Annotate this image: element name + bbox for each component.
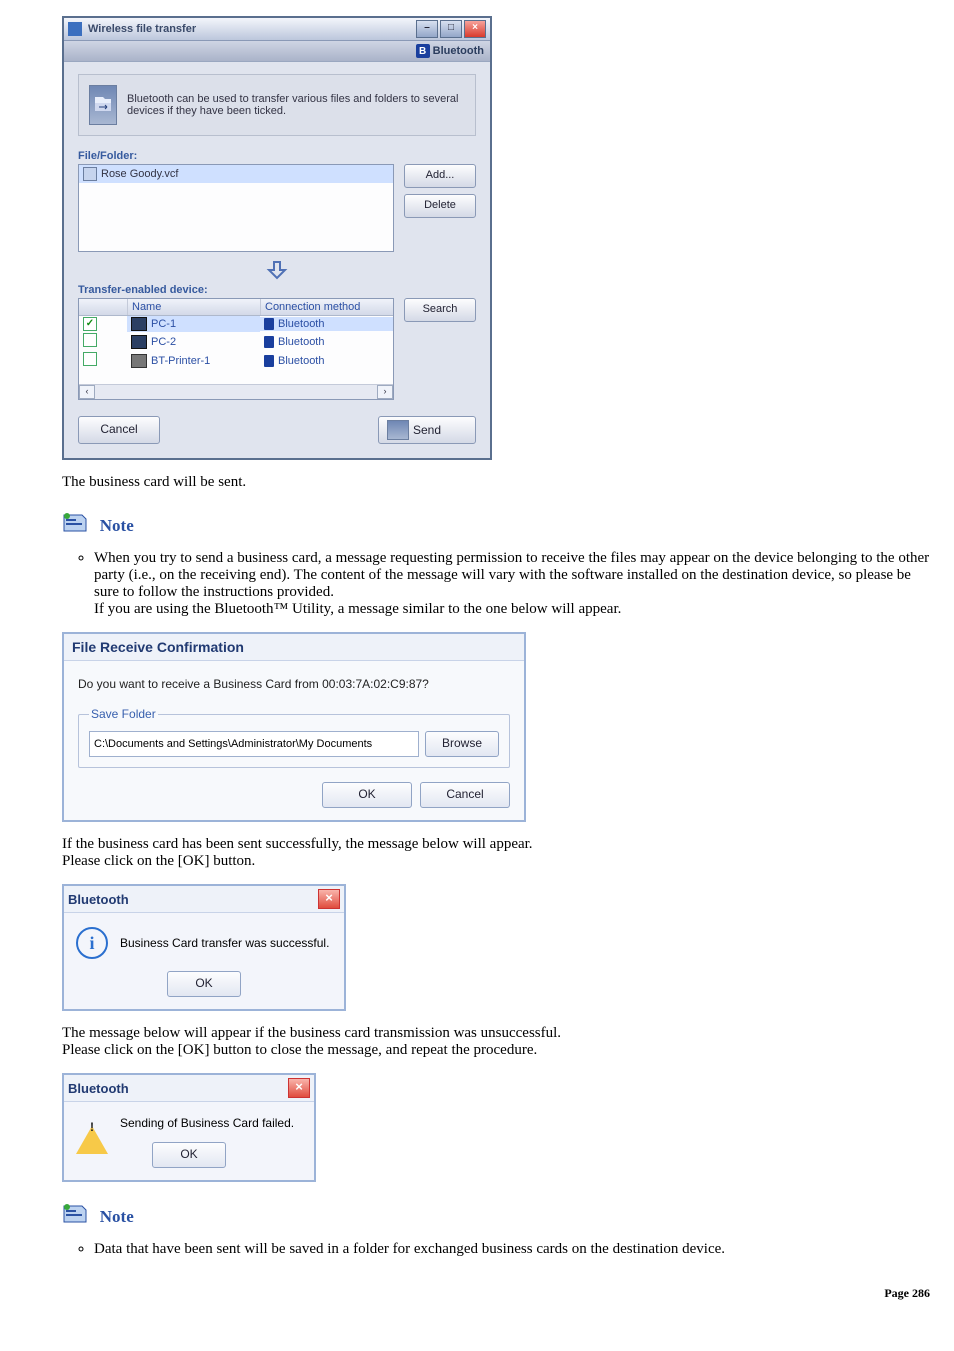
add-button[interactable]: Add...	[404, 164, 476, 188]
file-name: Rose Goody.vcf	[101, 168, 178, 180]
note-text: Data that have been sent will be saved i…	[94, 1241, 725, 1257]
save-folder-legend: Save Folder	[89, 707, 158, 721]
info-text: Bluetooth can be used to transfer variou…	[127, 93, 465, 117]
page-number: Page 286	[884, 1286, 930, 1300]
minimize-button[interactable]: –	[416, 20, 438, 38]
save-folder-group: Save Folder Browse	[78, 707, 510, 768]
device-table: Name Connection method PC-1 Bluetooth PC…	[78, 298, 394, 400]
window-title: Wireless file transfer	[88, 23, 414, 35]
col-name[interactable]: Name	[128, 299, 261, 315]
scroll-left-icon[interactable]: ‹	[79, 385, 95, 399]
search-button[interactable]: Search	[404, 298, 476, 322]
device-list-label: Transfer-enabled device:	[78, 284, 476, 296]
file-row[interactable]: Rose Goody.vcf	[79, 165, 393, 183]
pc-icon	[131, 335, 147, 349]
device-checkbox[interactable]	[83, 352, 97, 366]
success-message-box: Bluetooth × i Business Card transfer was…	[62, 884, 346, 1011]
close-button[interactable]: ×	[318, 889, 340, 909]
device-conn: Bluetooth	[278, 355, 324, 367]
warning-icon	[76, 1112, 108, 1126]
bluetooth-icon	[264, 355, 274, 367]
mbox-titlebar[interactable]: Bluetooth ×	[64, 1075, 314, 1102]
bluetooth-icon: B	[416, 44, 430, 58]
device-row[interactable]: PC-2 Bluetooth	[79, 332, 393, 351]
body-text: If the business card has been sent succe…	[62, 836, 930, 853]
mbox-message: Sending of Business Card failed.	[120, 1116, 294, 1130]
device-checkbox[interactable]	[83, 333, 97, 347]
cancel-button[interactable]: Cancel	[420, 782, 510, 808]
send-label: Send	[413, 418, 441, 442]
mbox-titlebar[interactable]: Bluetooth ×	[64, 886, 344, 913]
pc-icon	[131, 317, 147, 331]
device-table-header[interactable]: Name Connection method	[79, 299, 393, 316]
device-conn: Bluetooth	[278, 336, 324, 348]
device-name: PC-1	[151, 318, 176, 330]
browse-button[interactable]: Browse	[425, 731, 499, 757]
body-text: Please click on the [OK] button.	[62, 853, 930, 870]
note-heading: Note	[100, 1207, 134, 1227]
scroll-right-icon[interactable]: ›	[377, 385, 393, 399]
list-item: Data that have been sent will be saved i…	[94, 1241, 930, 1258]
ok-button[interactable]: OK	[152, 1142, 226, 1168]
send-button[interactable]: Send	[378, 416, 476, 444]
mbox-title: Bluetooth	[68, 892, 318, 907]
delete-button[interactable]: Delete	[404, 194, 476, 218]
info-box: Bluetooth can be used to transfer variou…	[78, 74, 476, 136]
cancel-button[interactable]: Cancel	[78, 416, 160, 444]
note-list: When you try to send a business card, a …	[94, 550, 930, 618]
close-button[interactable]: ×	[464, 20, 486, 38]
brand-row: B Bluetooth	[64, 41, 490, 62]
note-list: Data that have been sent will be saved i…	[94, 1241, 930, 1258]
body-text: The message below will appear if the bus…	[62, 1025, 930, 1042]
note-icon	[62, 1202, 88, 1231]
note-heading: Note	[100, 516, 134, 536]
brand-label: Bluetooth	[433, 45, 484, 57]
ok-button[interactable]: OK	[322, 782, 412, 808]
titlebar[interactable]: Wireless file transfer – □ ×	[64, 18, 490, 41]
device-name: BT-Printer-1	[151, 355, 210, 367]
confirmation-question: Do you want to receive a Business Card f…	[78, 677, 510, 691]
dialog-title: File Receive Confirmation	[64, 634, 524, 661]
bluetooth-icon	[264, 318, 274, 330]
transfer-icon	[89, 85, 117, 125]
mbox-message: Business Card transfer was successful.	[120, 936, 329, 950]
note-text: When you try to send a business card, a …	[94, 550, 929, 600]
list-item: When you try to send a business card, a …	[94, 550, 930, 618]
failure-message-box: Bluetooth × Sending of Business Card fai…	[62, 1073, 316, 1182]
body-text: Please click on the [OK] button to close…	[62, 1042, 930, 1059]
printer-icon	[131, 354, 147, 368]
note-text: If you are using the Bluetooth™ Utility,…	[94, 601, 621, 617]
wireless-transfer-window: Wireless file transfer – □ × B Bluetooth…	[62, 16, 492, 460]
file-list[interactable]: Rose Goody.vcf	[78, 164, 394, 252]
vcard-icon	[83, 167, 97, 181]
device-checkbox[interactable]	[83, 317, 97, 331]
device-name: PC-2	[151, 336, 176, 348]
ok-button[interactable]: OK	[167, 971, 241, 997]
device-row[interactable]: PC-1 Bluetooth	[79, 316, 393, 332]
device-conn: Bluetooth	[278, 318, 324, 330]
close-button[interactable]: ×	[288, 1078, 310, 1098]
bluetooth-icon	[264, 336, 274, 348]
info-icon: i	[76, 927, 108, 959]
body-text: The business card will be sent.	[62, 474, 930, 491]
page-footer: Page 286	[24, 1286, 930, 1301]
mbox-title: Bluetooth	[68, 1081, 288, 1096]
app-icon	[68, 22, 82, 36]
col-connection[interactable]: Connection method	[261, 299, 393, 315]
maximize-button[interactable]: □	[440, 20, 462, 38]
device-row[interactable]: BT-Printer-1 Bluetooth	[79, 351, 393, 370]
note-icon	[62, 511, 88, 540]
file-folder-label: File/Folder:	[78, 150, 476, 162]
save-folder-input[interactable]	[89, 731, 419, 757]
down-arrow-icon	[78, 258, 476, 282]
send-icon	[387, 420, 409, 440]
horizontal-scrollbar[interactable]: ‹ ›	[79, 384, 393, 399]
receive-confirmation-dialog: File Receive Confirmation Do you want to…	[62, 632, 526, 822]
